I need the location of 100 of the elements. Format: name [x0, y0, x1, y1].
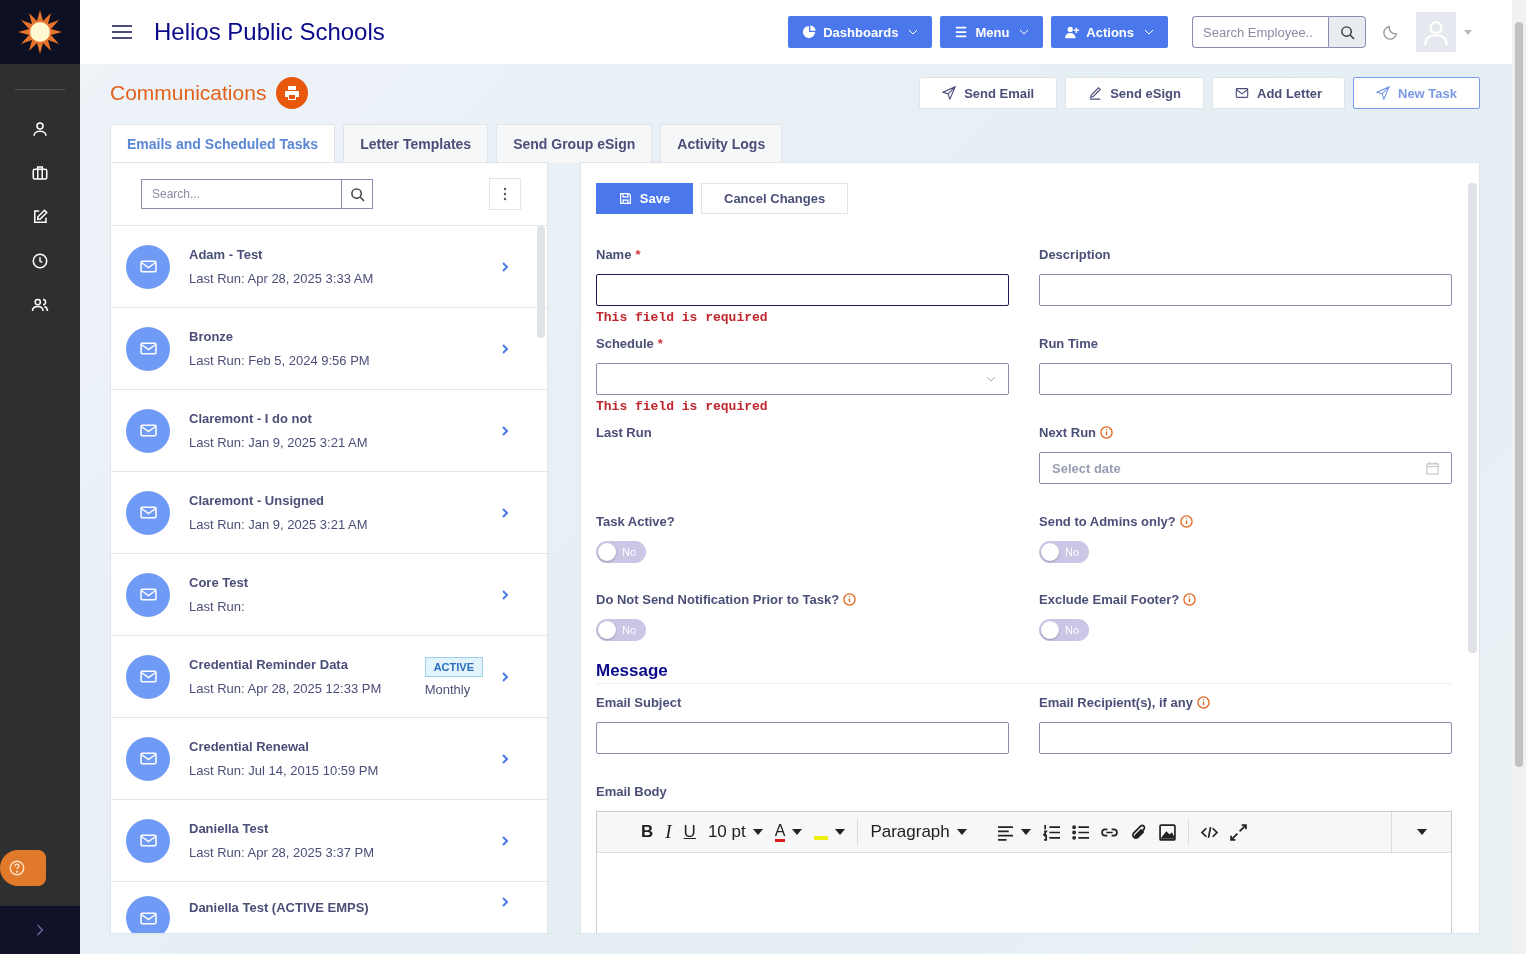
people-icon[interactable]	[31, 296, 49, 314]
chevron-right-icon	[501, 506, 509, 519]
field-label: Send to Admins only?	[1039, 513, 1176, 529]
font-size-dropdown[interactable]: 10 pt	[707, 822, 763, 842]
info-icon[interactable]	[1100, 425, 1114, 439]
task-list-item[interactable]: Daniella Test Last Run: Apr 28, 2025 3:37 PM	[111, 800, 547, 882]
action-button[interactable]: Add Letter	[1212, 77, 1345, 109]
numbered-list-icon[interactable]	[1042, 823, 1060, 841]
chevron-right-icon	[501, 342, 509, 355]
dropdown-field[interactable]	[596, 363, 1009, 395]
info-icon[interactable]	[1183, 592, 1197, 606]
tab[interactable]: Emails and Scheduled Tasks	[110, 124, 336, 163]
action-button[interactable]: Send eSign	[1065, 77, 1204, 109]
rich-text-editor[interactable]: B I U 10 pt A Paragraph	[596, 811, 1452, 933]
envelope-icon	[139, 342, 157, 355]
field-label: Task Active?	[596, 513, 675, 529]
cancel-button[interactable]: Cancel Changes	[701, 183, 849, 214]
edit-icon[interactable]	[31, 208, 49, 226]
image-icon[interactable]	[1158, 823, 1176, 841]
scrollbar[interactable]	[1515, 22, 1523, 767]
text-field[interactable]	[596, 274, 1009, 306]
last-run-text: Last Run: Jan 9, 2025 3:21 AM	[189, 435, 369, 450]
field-label: Schedule	[596, 335, 654, 351]
task-list-item[interactable]: Claremont - Unsigned Last Run: Jan 9, 2025 3:21 AM	[111, 472, 547, 554]
tab[interactable]: Letter Templates	[343, 124, 489, 163]
bullet-list-icon[interactable]	[1071, 823, 1089, 841]
chevron-down-icon	[986, 376, 996, 382]
item-title: Adam - Test	[189, 247, 264, 262]
search-field[interactable]: Search...	[141, 179, 341, 209]
field-label: Email Recipient(s), if any	[1039, 694, 1193, 710]
scrollbar[interactable]	[537, 226, 545, 338]
last-run-text: Last Run: Apr 28, 2025 3:33 AM	[189, 271, 375, 286]
envelope-icon	[139, 670, 157, 683]
action-button[interactable]: Send Email	[919, 77, 1058, 109]
caret-icon[interactable]	[1464, 29, 1472, 35]
last-run-text: Last Run: Jan 9, 2025 3:21 AM	[189, 517, 369, 532]
item-title: Daniella Test	[189, 821, 270, 836]
caret-down-icon	[956, 829, 967, 835]
task-list-item[interactable]: Core Test Last Run:	[111, 554, 547, 636]
fullscreen-icon[interactable]	[1229, 823, 1247, 841]
text-field[interactable]	[1039, 722, 1452, 754]
field-label: Run Time	[1039, 335, 1098, 351]
help-button[interactable]	[0, 850, 46, 886]
envelope-icon	[139, 506, 157, 519]
last-run-text: Last Run:	[189, 599, 246, 614]
field-label: Name	[596, 246, 632, 262]
info-icon[interactable]	[1196, 695, 1210, 709]
text-field[interactable]	[596, 722, 1009, 754]
align-dropdown[interactable]	[996, 823, 1031, 841]
search-button[interactable]	[341, 179, 373, 209]
search-button[interactable]	[1328, 16, 1366, 48]
search-icon	[349, 186, 365, 202]
chevron-right-icon	[501, 260, 509, 273]
item-title: Credential Reminder Data	[189, 657, 349, 672]
last-run-text: Last Run: Apr 28, 2025 3:37 PM	[189, 845, 375, 860]
block-format-dropdown[interactable]: Paragraph	[870, 822, 967, 842]
briefcase-icon[interactable]	[31, 164, 49, 182]
employee-search-field[interactable]: Search Employee..	[1192, 16, 1328, 48]
tab[interactable]: Send Group eSign	[496, 124, 653, 163]
moon-icon[interactable]	[1382, 23, 1400, 41]
menu-button[interactable]: Menu	[940, 16, 1044, 48]
item-title: Core Test	[189, 575, 249, 590]
paperclip-icon[interactable]	[1129, 823, 1147, 841]
person-icon[interactable]	[31, 120, 49, 138]
field-label: Email Body	[596, 783, 667, 799]
caret-down-icon	[752, 829, 763, 835]
last-run-text: Last Run: Jul 14, 2015 10:59 PM	[189, 763, 380, 778]
caret-down-icon	[792, 829, 803, 835]
required-mark: *	[635, 246, 641, 262]
text-color-dropdown[interactable]: A	[774, 822, 803, 842]
send-icon	[942, 86, 957, 100]
add-user-icon	[1065, 25, 1080, 39]
menu-button[interactable]: Dashboards	[788, 16, 933, 48]
format-button[interactable]: B	[641, 822, 654, 842]
clock-icon[interactable]	[31, 252, 49, 270]
chevron-right-icon	[501, 424, 509, 437]
expand-icon[interactable]	[35, 923, 45, 937]
info-icon[interactable]	[843, 592, 857, 606]
format-button[interactable]: I	[665, 821, 672, 843]
menu-button[interactable]: Actions	[1051, 16, 1168, 48]
chevron-right-icon	[501, 670, 509, 683]
tab[interactable]: Activity Logs	[660, 124, 783, 163]
format-button[interactable]: U	[683, 822, 696, 842]
save-button[interactable]: Save	[596, 183, 693, 214]
menu-icon[interactable]	[112, 24, 132, 40]
task-list-item[interactable]: Credential Reminder Data Last Run: Apr 28, 2025 12:33 PM ACTIVE Monthly	[111, 636, 547, 718]
task-list-item[interactable]: Credential Renewal Last Run: Jul 14, 2015 10:59 PM	[111, 718, 547, 800]
last-run-text: Last Run: Feb 5, 2024 9:56 PM	[189, 353, 371, 368]
text-field[interactable]	[1039, 363, 1452, 395]
text-field[interactable]	[1039, 274, 1452, 306]
task-list-item[interactable]: Daniella Test (ACTIVE EMPS)	[111, 882, 547, 933]
print-button[interactable]	[276, 77, 309, 109]
vertical-dots-icon	[503, 187, 507, 201]
info-icon[interactable]	[1179, 514, 1193, 528]
chevron-right-icon	[501, 752, 509, 765]
scrollbar[interactable]	[1468, 183, 1477, 653]
caret-down-icon	[1416, 829, 1427, 835]
envelope-icon	[139, 424, 157, 437]
task-list-item[interactable]: Claremont - I do not Last Run: Jan 9, 2025 3:21 AM	[111, 390, 547, 472]
field-label: Do Not Send Notification Prior to Task?	[596, 591, 840, 607]
